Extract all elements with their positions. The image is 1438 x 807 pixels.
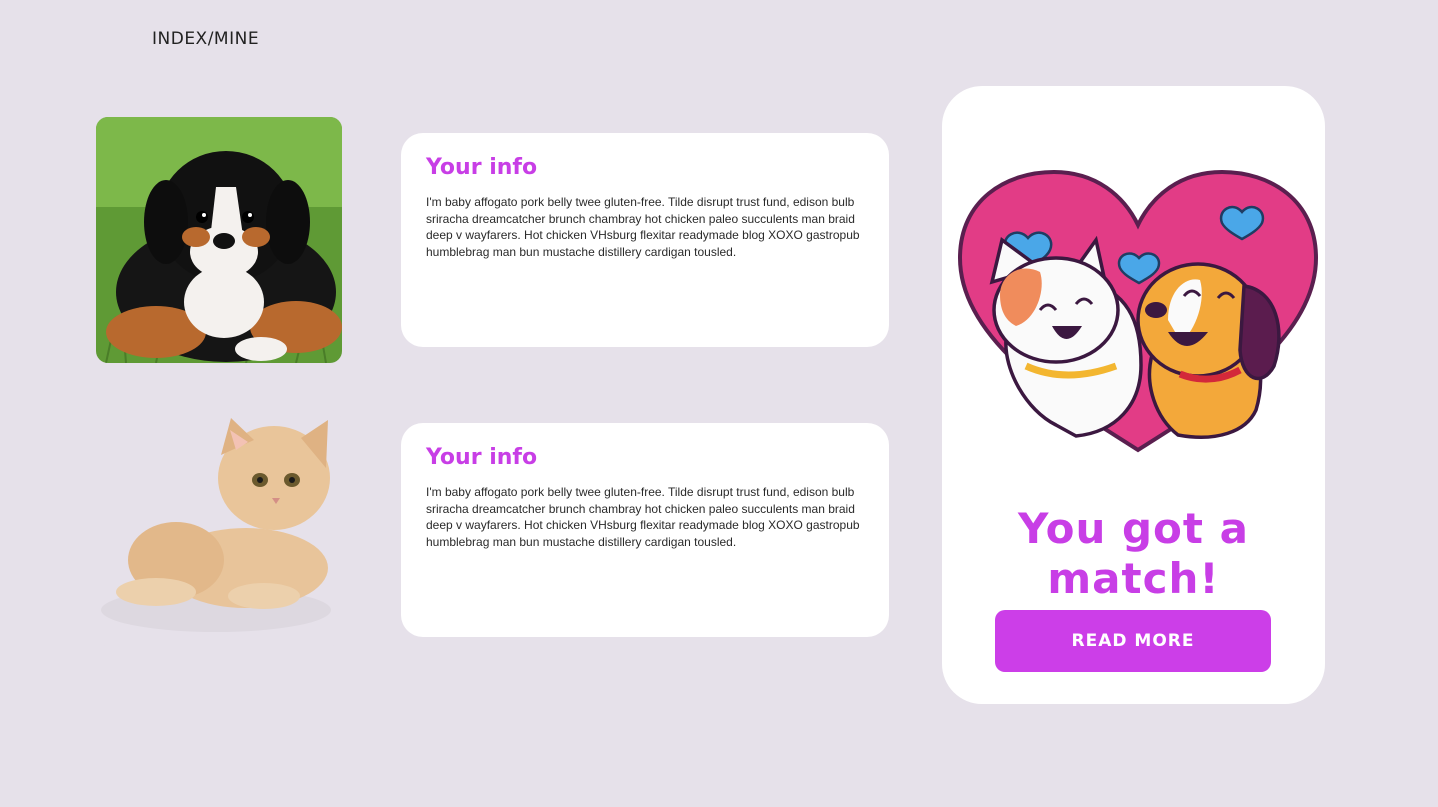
card-title: Your info [426,155,538,180]
info-card: Your info I'm baby affogato pork belly t… [401,133,889,347]
match-headline: You got a match! [1018,504,1249,603]
puppy-photo [96,117,342,363]
card-body: I'm baby affogato pork belly twee gluten… [426,195,860,259]
read-more-button[interactable]: READ MORE [995,610,1271,672]
breadcrumb[interactable]: INDEX/MINE [152,29,259,49]
kitten-photo [96,410,342,646]
cat-dog-heart-illustration [957,170,1319,453]
card-body: I'm baby affogato pork belly twee gluten… [426,485,860,549]
info-card: Your info I'm baby affogato pork belly t… [401,423,889,637]
match-card: You got a match! READ MORE [942,86,1325,704]
card-title: Your info [426,445,538,470]
